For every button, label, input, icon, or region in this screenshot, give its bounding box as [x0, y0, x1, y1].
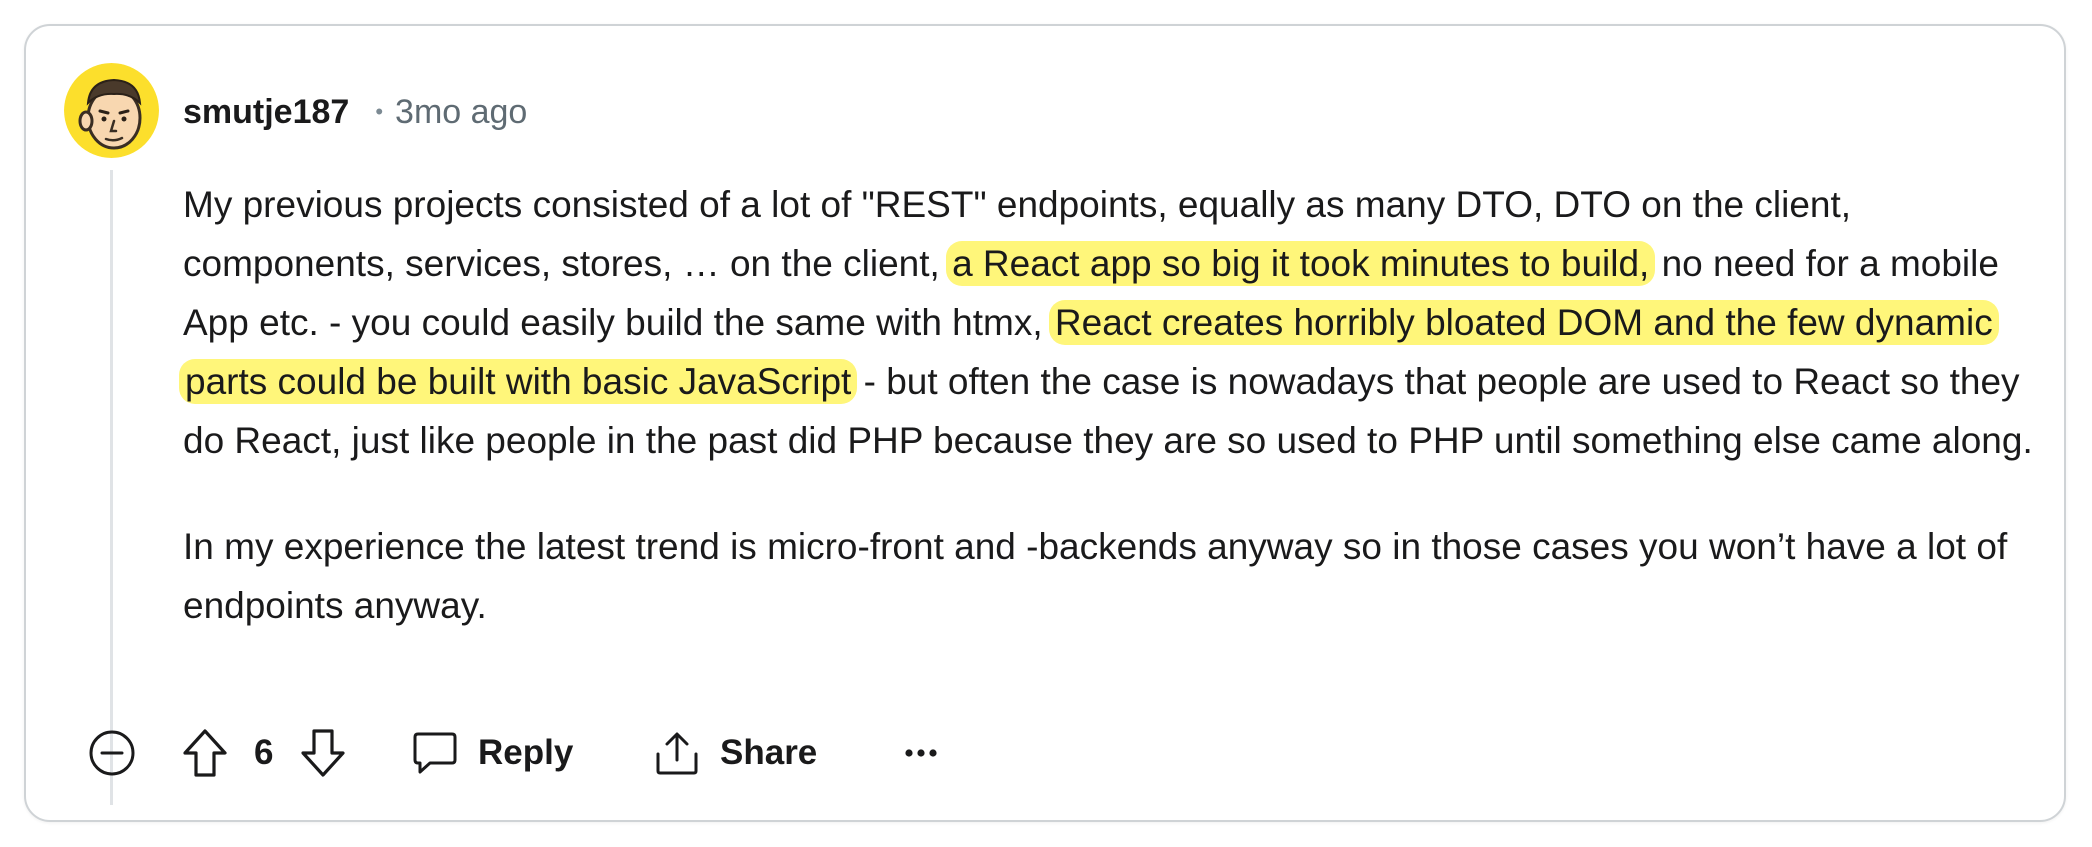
upvote-button[interactable] [182, 726, 228, 780]
upvote-arrow-icon [183, 729, 227, 777]
highlighted-text: a React app so big it took minutes to bu… [946, 241, 1656, 286]
share-icon [656, 732, 698, 775]
thread-line[interactable] [110, 170, 113, 805]
collapse-button[interactable] [88, 726, 136, 780]
collapse-icon [89, 730, 135, 776]
more-options-button[interactable] [904, 726, 938, 780]
share-button[interactable]: Share [654, 726, 817, 780]
reply-label: Reply [478, 733, 574, 772]
user-avatar[interactable] [64, 63, 159, 158]
comment-actions: 6 Reply Share [88, 726, 988, 780]
more-options-icon [905, 749, 937, 757]
downvote-button[interactable] [300, 726, 346, 780]
downvote-arrow-icon [301, 729, 345, 777]
reply-button[interactable]: Reply [412, 726, 573, 780]
vote-score: 6 [254, 733, 274, 772]
text-segment: In my experience the latest trend is mic… [183, 526, 2008, 626]
username[interactable]: smutje187 [183, 93, 349, 132]
meta-separator: • [375, 99, 384, 124]
speech-bubble-icon [413, 732, 457, 774]
snoo-avatar-icon [64, 63, 159, 158]
comment-paragraph: In my experience the latest trend is mic… [183, 517, 2033, 635]
comment-paragraph: My previous projects consisted of a lot … [179, 175, 2033, 470]
comment-body: My previous projects consisted of a lot … [179, 175, 2033, 635]
timestamp[interactable]: 3mo ago [395, 93, 527, 132]
comment-header: smutje187 • 3mo ago [183, 86, 527, 138]
share-label: Share [720, 733, 818, 772]
